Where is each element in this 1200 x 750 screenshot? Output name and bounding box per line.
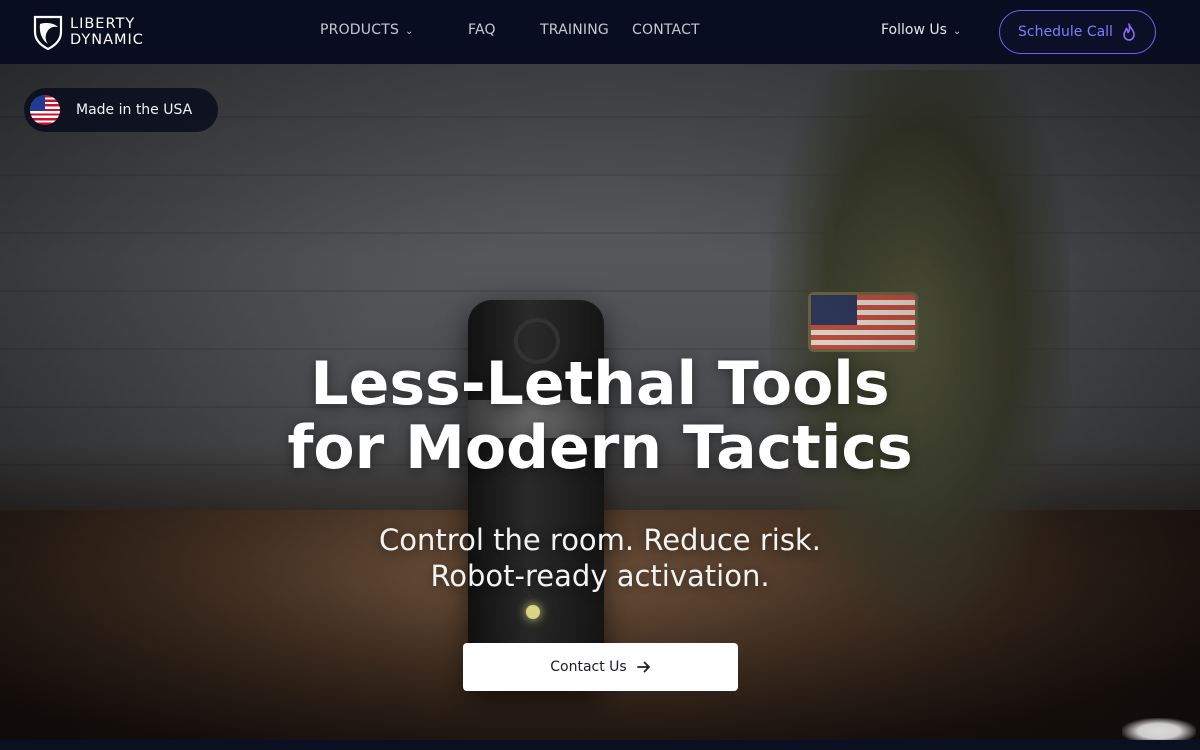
- follow-us-dropdown[interactable]: Follow Us ⌄: [881, 22, 961, 38]
- hero-headline-line1: Less-Lethal Tools: [310, 349, 890, 419]
- hero-subheadline-line2: Robot-ready activation.: [430, 559, 770, 593]
- us-flag-icon: [30, 95, 60, 125]
- follow-us-label: Follow Us: [881, 22, 947, 38]
- nav-training[interactable]: TRAINING: [540, 22, 609, 38]
- brand-name: LIBERTY DYNAMIC: [70, 16, 144, 48]
- hero-subheadline-line1: Control the room. Reduce risk.: [379, 523, 821, 557]
- hero-subheadline: Control the room. Reduce risk. Robot-rea…: [0, 522, 1200, 594]
- shield-logo-icon: [33, 15, 63, 50]
- arrow-right-icon: [636, 661, 650, 673]
- nav-contact[interactable]: CONTACT: [632, 22, 700, 38]
- brand-name-line1: LIBERTY: [70, 16, 136, 32]
- flame-icon: [1123, 23, 1135, 41]
- made-in-usa-badge: Made in the USA: [24, 88, 218, 132]
- contact-us-label: Contact Us: [550, 659, 627, 675]
- hero-headline: Less-Lethal Tools for Modern Tactics: [0, 352, 1200, 480]
- corner-watermark: [1122, 718, 1196, 740]
- top-navbar: LIBERTY DYNAMIC PRODUCTS ⌄ FAQ TRAINING C…: [0, 0, 1200, 64]
- nav-products-label: PRODUCTS: [320, 22, 400, 38]
- chevron-down-icon: ⌄: [405, 26, 414, 37]
- schedule-call-label: Schedule Call: [1018, 24, 1113, 40]
- made-in-usa-label: Made in the USA: [76, 102, 193, 118]
- contact-us-button[interactable]: Contact Us: [463, 643, 738, 691]
- brand-name-line2: DYNAMIC: [70, 32, 144, 48]
- nav-products[interactable]: PRODUCTS ⌄: [320, 22, 414, 38]
- chevron-down-icon: ⌄: [952, 26, 962, 37]
- hero-headline-line2: for Modern Tactics: [287, 413, 913, 483]
- nav-faq[interactable]: FAQ: [468, 22, 496, 38]
- brand-logo[interactable]: LIBERTY DYNAMIC: [32, 14, 144, 50]
- page-bottom-strip: [0, 740, 1200, 750]
- schedule-call-button[interactable]: Schedule Call: [999, 10, 1156, 54]
